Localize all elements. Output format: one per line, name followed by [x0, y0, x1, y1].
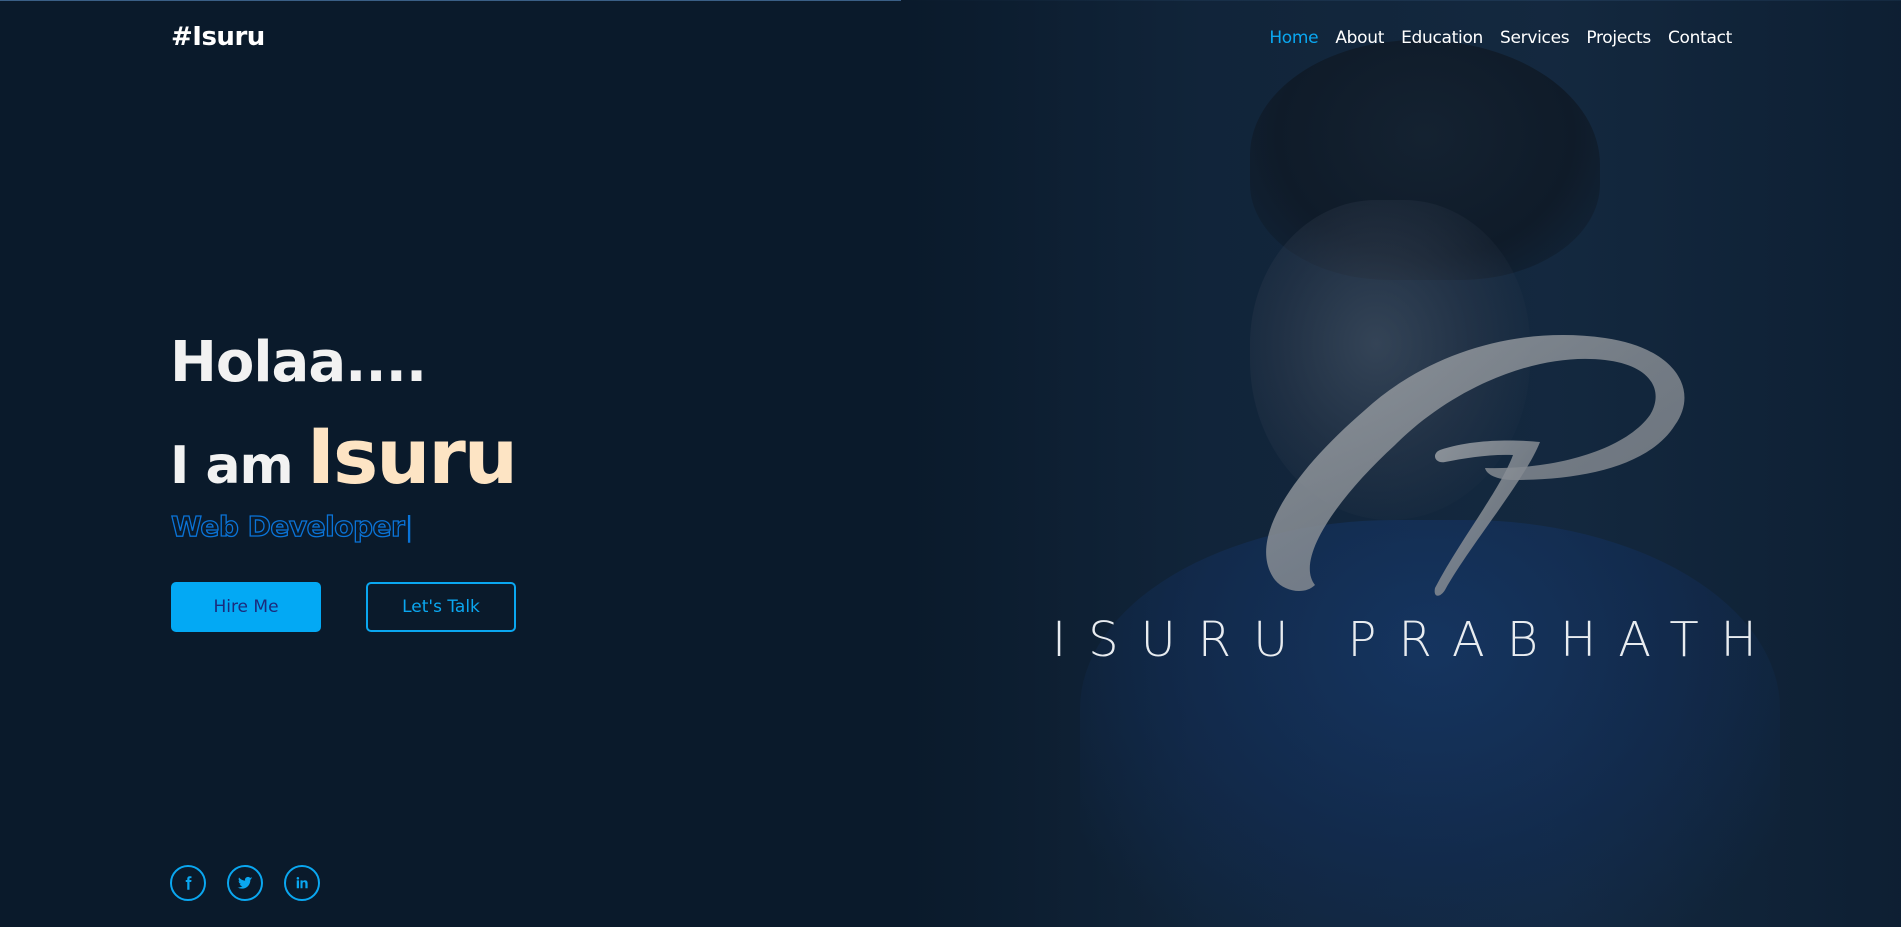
linkedin-icon: [296, 877, 308, 889]
facebook-icon: [185, 876, 192, 890]
nav-item-contact[interactable]: Contact: [1668, 28, 1732, 48]
site-logo[interactable]: #Isuru: [171, 22, 265, 52]
social-links: [170, 865, 320, 901]
facebook-link[interactable]: [170, 865, 206, 901]
hero-role-text: Web Developer: [170, 509, 405, 543]
linkedin-link[interactable]: [284, 865, 320, 901]
hero-intro-prefix: I am: [170, 436, 294, 496]
signature-name: ISURU PRABHATH: [1052, 612, 1779, 668]
hire-me-button[interactable]: Hire Me: [171, 582, 321, 632]
main-nav: Home About Education Services Projects C…: [1269, 28, 1732, 48]
hero-intro: I am Isuru: [170, 412, 518, 501]
signature-stroke-loop: [1266, 334, 1685, 592]
nav-item-home[interactable]: Home: [1269, 28, 1318, 48]
hero-greeting: Holaa....: [170, 330, 427, 395]
signature-stroke-bar: [1434, 440, 1540, 596]
nav-item-projects[interactable]: Projects: [1586, 28, 1651, 48]
lets-talk-button[interactable]: Let's Talk: [366, 582, 516, 632]
twitter-icon: [237, 876, 253, 889]
hero-role: Web Developer|: [170, 509, 414, 543]
twitter-link[interactable]: [227, 865, 263, 901]
nav-item-services[interactable]: Services: [1500, 28, 1570, 48]
nav-item-about[interactable]: About: [1335, 28, 1384, 48]
signature-logo: [1266, 334, 1685, 596]
typing-cursor: |: [404, 510, 414, 543]
hero-intro-name: Isuru: [306, 412, 518, 501]
nav-item-education[interactable]: Education: [1401, 28, 1483, 48]
